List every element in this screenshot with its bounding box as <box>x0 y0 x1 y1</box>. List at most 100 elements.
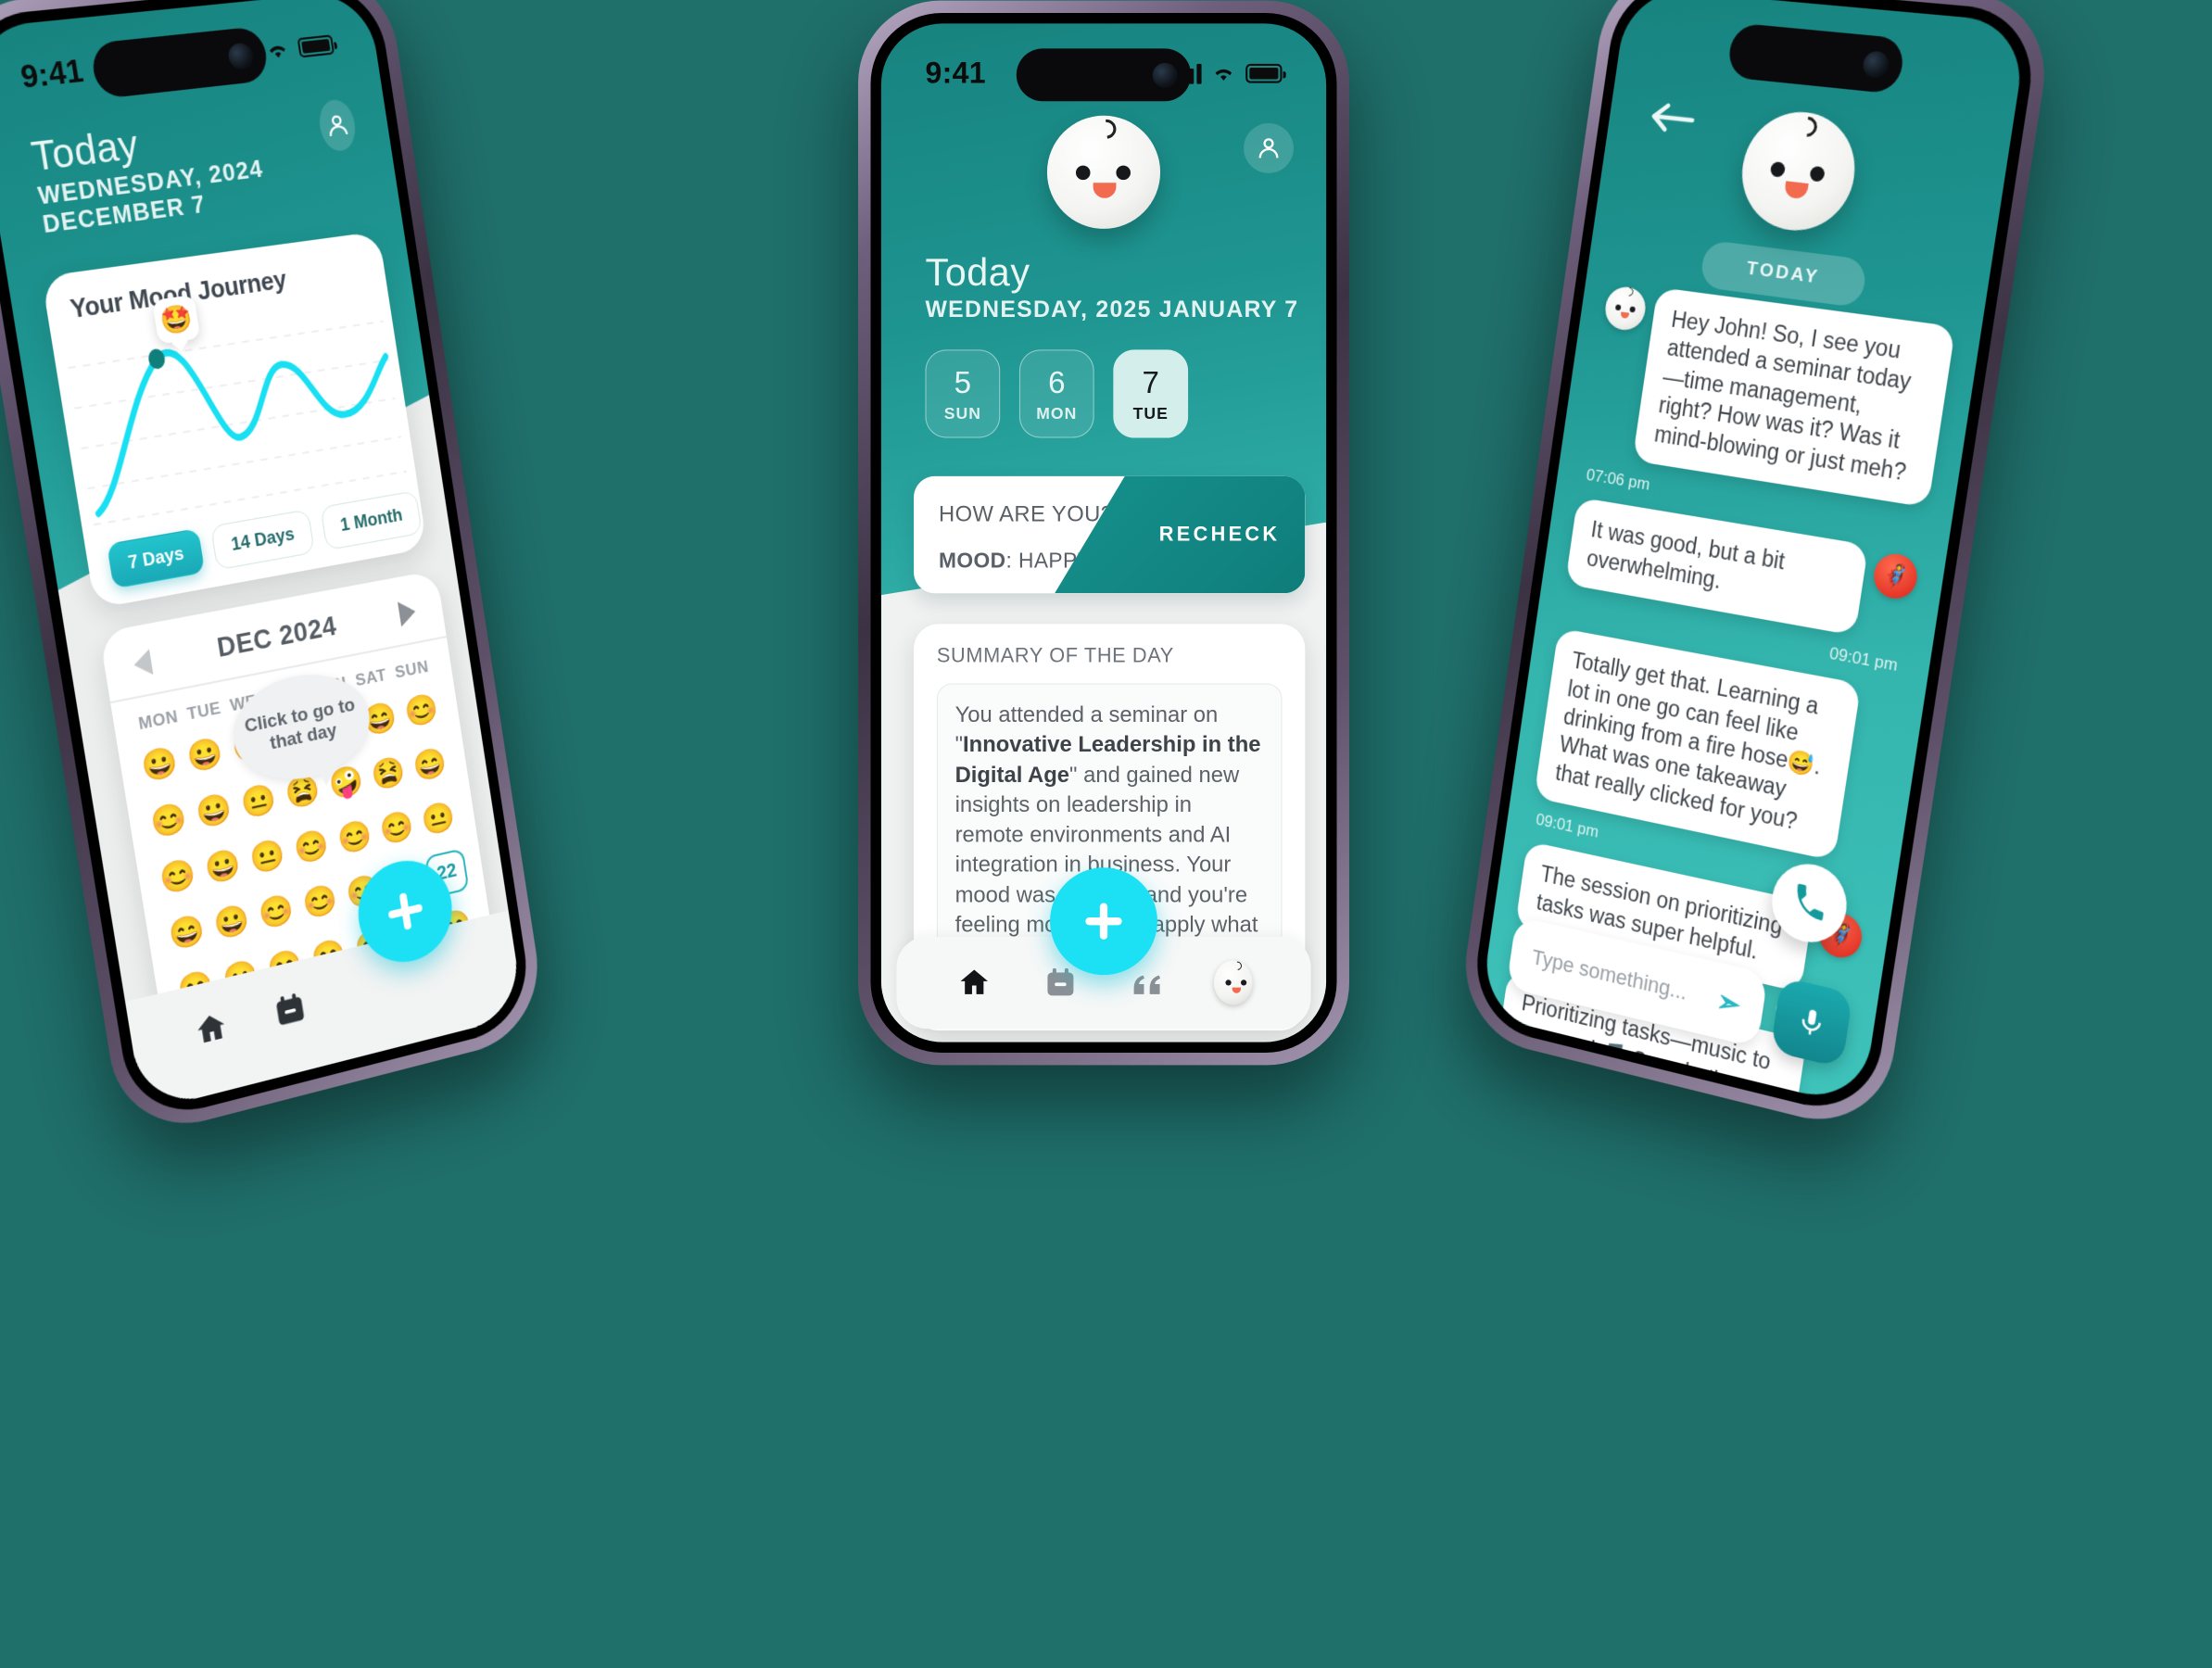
phone-right-bezel: TODAY Hey John! So, I see you attended a… <box>1468 0 2041 1121</box>
mascot-curl-icon <box>1794 112 1822 142</box>
front-camera-icon <box>1861 49 1891 79</box>
recheck-button[interactable]: RECHECK <box>1055 475 1306 594</box>
back-button[interactable] <box>1645 96 1700 141</box>
weekday-label: SUN <box>393 656 430 682</box>
day-number: 5 <box>954 364 972 399</box>
mascot-icon <box>1214 959 1253 1005</box>
range-chip-7days[interactable]: 7 Days <box>107 527 206 589</box>
calendar-month-title: DEC 2024 <box>215 611 339 663</box>
calendar-cell[interactable]: 😄 <box>162 904 211 961</box>
day-label: TUE <box>1132 403 1169 423</box>
send-icon[interactable]: ➣ <box>1714 983 1743 1022</box>
mood-prefix: MOOD <box>938 548 1006 573</box>
day-chip-7-selected[interactable]: 7 TUE <box>1113 349 1189 438</box>
add-entry-fab-mid[interactable] <box>1050 867 1157 976</box>
phone-left-bezel: 9:41 Today WEDNESDAY, 2024 DECEMBER 7 Yo… <box>0 0 536 1126</box>
home-icon <box>196 1012 227 1044</box>
dynamic-island <box>1725 22 1907 95</box>
message-input-placeholder: Type something... <box>1530 944 1689 1005</box>
phone-left-screen: 9:41 Today WEDNESDAY, 2024 DECEMBER 7 Yo… <box>0 0 525 1112</box>
person-icon <box>322 109 353 142</box>
phone-mid: 9:41 Today WEDNESDAY, 2025 JANUARY 7 5 S… <box>858 0 1349 1066</box>
mockup-stage: 9:41 Today WEDNESDAY, 2024 DECEMBER 7 Yo… <box>0 0 2212 1668</box>
quote-icon <box>1133 975 1161 994</box>
calendar-cell[interactable]: 😊 <box>332 810 378 865</box>
microphone-icon <box>1795 1009 1827 1041</box>
wifi-icon <box>269 44 287 59</box>
arrow-left-icon <box>1645 96 1700 141</box>
tab-calendar[interactable] <box>1042 964 1080 1002</box>
calendar-cell[interactable]: 😫 <box>366 747 411 801</box>
calendar-cell[interactable]: 😀 <box>135 737 184 792</box>
phone-mid-screen: 9:41 Today WEDNESDAY, 2025 JANUARY 7 5 S… <box>880 23 1327 1042</box>
dynamic-island <box>1016 48 1192 102</box>
weekday-label: SAT <box>353 664 388 689</box>
plus-icon <box>386 890 424 933</box>
tab-quotes[interactable] <box>1128 964 1166 1002</box>
calendar-cell[interactable]: 😊 <box>297 875 344 930</box>
day-label: SUN <box>943 403 981 423</box>
front-camera-icon <box>1152 62 1178 88</box>
day-label: MON <box>1036 403 1078 423</box>
day-chip-5[interactable]: 5 SUN <box>925 349 1001 438</box>
calendar-cell[interactable]: 😊 <box>398 684 444 738</box>
left-header: Today WEDNESDAY, 2024 DECEMBER 7 <box>29 97 366 240</box>
mood-check-card: HOW ARE YOU? MOOD: HAPPY 😊 RECHECK <box>914 475 1306 594</box>
message-bubble[interactable]: Hey John! So, I see you attended a semin… <box>1632 286 1956 508</box>
calendar-cell[interactable]: 😊 <box>252 884 300 940</box>
mid-title-block: Today WEDNESDAY, 2025 JANUARY 7 <box>925 252 1298 324</box>
triangle-left-icon[interactable] <box>132 648 154 678</box>
calendar-cell[interactable]: 😊 <box>145 793 194 850</box>
calendar-cell[interactable]: 😐 <box>234 774 283 829</box>
phone-mid-bezel: 9:41 Today WEDNESDAY, 2025 JANUARY 7 5 S… <box>870 13 1337 1053</box>
status-time: 9:41 <box>18 53 86 95</box>
range-chip-14days[interactable]: 14 Days <box>209 509 316 571</box>
mood-chart-pin: 🤩 <box>151 294 201 345</box>
calendar-cell[interactable]: 😐 <box>244 829 292 885</box>
weekday-label: MON <box>136 706 180 733</box>
tab-home[interactable] <box>189 1005 233 1053</box>
tab-home[interactable] <box>955 964 993 1002</box>
calendar-cell[interactable]: 😀 <box>198 839 246 894</box>
dynamic-island <box>89 25 271 100</box>
phone-left: 9:41 Today WEDNESDAY, 2024 DECEMBER 7 Yo… <box>0 0 549 1142</box>
phone-right-screen: TODAY Hey John! So, I see you attended a… <box>1479 0 2029 1108</box>
day-number: 6 <box>1048 364 1066 399</box>
phone-right: TODAY Hey John! So, I see you attended a… <box>1455 0 2057 1137</box>
calendar-cell[interactable]: 😀 <box>208 894 256 951</box>
day-number: 7 <box>1142 364 1159 399</box>
assistant-mascot[interactable] <box>1046 115 1161 229</box>
person-icon <box>1258 138 1279 158</box>
day-selector: 5 SUN 6 MON 7 TUE <box>925 349 1189 438</box>
calendar-icon <box>276 992 305 1026</box>
weekday-label: TUE <box>185 698 222 724</box>
triangle-right-icon[interactable] <box>397 598 418 626</box>
battery-icon <box>297 34 335 58</box>
mood-question: HOW ARE YOU? <box>938 500 1114 526</box>
wifi-icon <box>1215 69 1232 81</box>
calendar-cell[interactable]: 😊 <box>288 819 335 875</box>
avatar: 🦸 <box>1870 550 1921 602</box>
assistant-mascot <box>1734 107 1864 237</box>
mood-journey-card: Your Mood Journey 🤩 7 Days 14 Days 1 Mon… <box>41 231 428 609</box>
page-title: Today <box>925 251 1030 295</box>
range-chip-1month[interactable]: 1 Month <box>320 490 423 551</box>
profile-avatar-button[interactable] <box>1244 123 1294 173</box>
plus-icon <box>1085 904 1121 940</box>
calendar-cell[interactable]: 😊 <box>374 802 419 855</box>
tab-assistant[interactable] <box>1214 959 1253 1005</box>
calendar-cell[interactable]: 😀 <box>181 727 230 783</box>
calendar-cell[interactable]: 😊 <box>153 849 202 905</box>
phone-icon <box>1793 883 1827 921</box>
calendar-icon <box>1047 967 1074 996</box>
calendar-cell[interactable]: 😐 <box>415 792 461 846</box>
battery-icon <box>1245 63 1286 83</box>
calendar-cell[interactable]: 😄 <box>407 738 452 791</box>
calendar-cell[interactable]: 😀 <box>190 783 239 839</box>
mascot-curl-icon <box>1093 115 1120 143</box>
home-icon <box>960 969 989 994</box>
tab-calendar[interactable] <box>269 986 311 1033</box>
day-chip-6[interactable]: 6 MON <box>1018 349 1094 438</box>
status-time: 9:41 <box>925 56 986 90</box>
front-camera-icon <box>226 41 256 70</box>
